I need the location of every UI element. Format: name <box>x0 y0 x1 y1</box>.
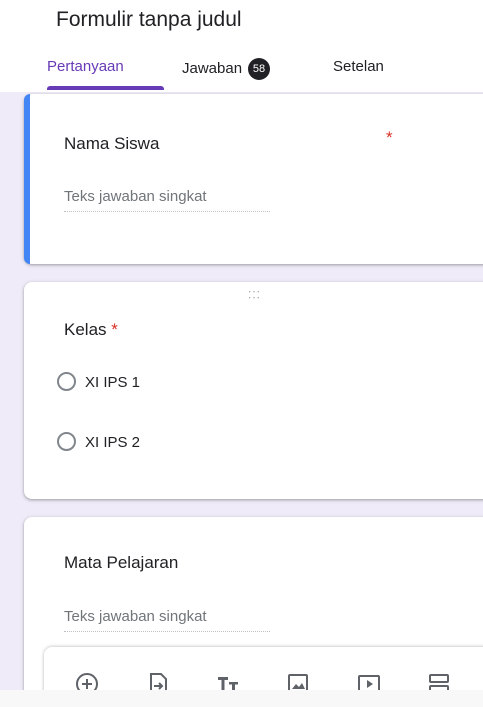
form-canvas: Nama Siswa * Teks jawaban singkat ∙∙∙ ∙∙∙… <box>0 92 483 707</box>
question-title[interactable]: Kelas * <box>64 320 118 340</box>
responses-count-badge: 58 <box>248 58 271 80</box>
short-answer-placeholder: Teks jawaban singkat <box>64 188 270 212</box>
question-title[interactable]: Mata Pelajaran <box>64 553 178 573</box>
radio-button-icon[interactable] <box>57 432 76 451</box>
tab-questions-label: Pertanyaan <box>47 58 124 75</box>
radio-button-icon[interactable] <box>57 372 76 391</box>
tab-responses-label: Jawaban <box>182 59 243 77</box>
active-tab-indicator <box>47 86 164 90</box>
tab-questions[interactable]: Pertanyaan <box>47 58 124 75</box>
tab-bar: Pertanyaan Jawaban 58 Setelan <box>0 58 483 92</box>
required-asterisk: * <box>386 128 393 147</box>
form-header: Formulir tanpa judul Pertanyaan Jawaban 5… <box>0 0 483 92</box>
radio-option-label: XI IPS 2 <box>85 434 141 451</box>
radio-option-label: XI IPS 1 <box>85 374 141 391</box>
tab-settings-label: Setelan <box>333 58 384 75</box>
short-answer-placeholder: Teks jawaban singkat <box>64 608 270 632</box>
question-card-nama-siswa[interactable]: Nama Siswa * Teks jawaban singkat <box>24 94 483 264</box>
form-title[interactable]: Formulir tanpa judul <box>56 8 242 32</box>
drag-handle-icon[interactable]: ∙∙∙ ∙∙∙ <box>248 285 261 303</box>
bottom-edge <box>0 690 483 707</box>
tab-settings[interactable]: Setelan <box>333 58 384 75</box>
required-asterisk: * <box>111 320 118 339</box>
question-title[interactable]: Nama Siswa <box>64 134 159 154</box>
question-card-kelas[interactable]: ∙∙∙ ∙∙∙ Kelas * XI IPS 1 XI IPS 2 <box>24 282 483 499</box>
question-title-text: Kelas <box>64 320 107 339</box>
tab-responses[interactable]: Jawaban 58 <box>182 58 271 80</box>
